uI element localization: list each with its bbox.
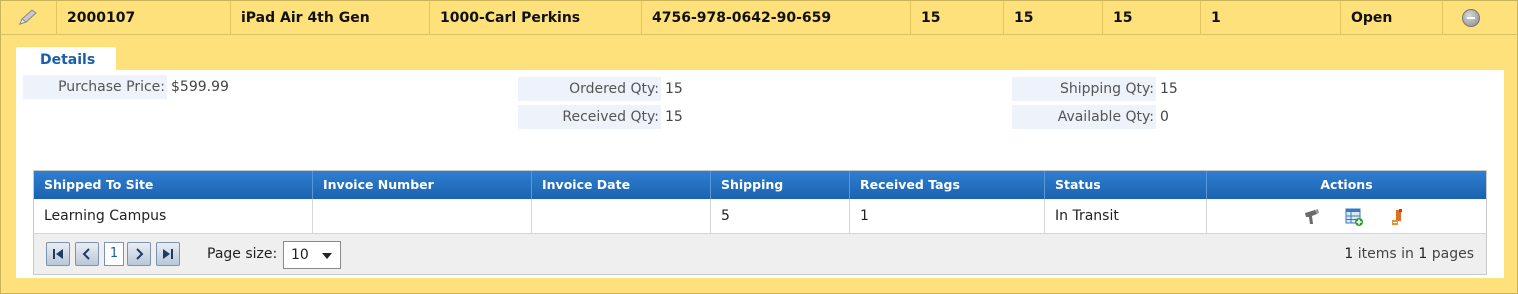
cell-invoice-number [312, 199, 531, 233]
pencil-icon[interactable] [17, 9, 39, 27]
remove-cell[interactable] [1442, 1, 1518, 35]
page-size-select[interactable]: 10 [283, 241, 341, 269]
pager: 1 Page size: 10 1 items in 1 pages [34, 233, 1486, 274]
available-qty-label: Available Qty: [1012, 105, 1156, 129]
received-qty-label: Received Qty: [518, 105, 661, 129]
cell-site: Learning Campus [44, 208, 167, 224]
page-number-button[interactable]: 1 [104, 242, 124, 266]
last-page-icon [163, 249, 173, 259]
add-to-table-icon[interactable] [1345, 208, 1363, 226]
qty-value-3: 15 [1102, 1, 1199, 35]
chevron-down-icon [322, 253, 332, 259]
column-header-actions: Actions [1206, 171, 1486, 199]
shipping-qty-label: Shipping Qty: [1012, 77, 1156, 101]
items-text: items in [1357, 246, 1414, 262]
detail-panel: Details Purchase Price: $599.99 Ordered … [0, 35, 1518, 294]
details-content: Purchase Price: $599.99 Ordered Qty: 15 … [16, 70, 1504, 278]
items-count: 1 [1344, 246, 1354, 262]
tab-details[interactable]: Details [16, 47, 116, 71]
qty-value-1: 15 [910, 1, 1002, 35]
qty-value-4: 1 [1200, 1, 1339, 35]
next-page-button[interactable] [127, 242, 151, 266]
shipments-grid: Shipped To Site Invoice Number Invoice D… [33, 170, 1487, 275]
column-header-invoice-number[interactable]: Invoice Number [312, 171, 531, 199]
page-size-value: 10 [291, 247, 309, 263]
edit-cell[interactable] [1, 1, 55, 35]
column-header-received-tags[interactable]: Received Tags [849, 171, 1044, 199]
pages-text: pages [1431, 246, 1474, 262]
order-row[interactable]: 2000107 iPad Air 4th Gen 1000-Carl Perki… [0, 0, 1518, 35]
column-header-status[interactable]: Status [1044, 171, 1206, 199]
purchase-price-value: $599.99 [171, 79, 229, 95]
chevron-right-icon [136, 248, 144, 260]
last-page-button[interactable] [156, 242, 180, 266]
column-header-invoice-date[interactable]: Invoice Date [531, 171, 710, 199]
received-qty-value: 15 [665, 109, 683, 125]
cell-shipping: 5 [710, 199, 849, 233]
available-qty-value: 0 [1160, 109, 1169, 125]
column-header-site[interactable]: Shipped To Site [34, 171, 312, 199]
grid-header: Shipped To Site Invoice Number Invoice D… [34, 171, 1486, 199]
cell-status: In Transit [1044, 199, 1206, 233]
shipping-qty-value: 15 [1160, 81, 1178, 97]
purchase-price-label: Purchase Price: [23, 75, 167, 99]
pager-summary: 1 items in 1 pages [1344, 242, 1474, 266]
isbn-value: 4756-978-0642-90-659 [641, 1, 909, 35]
ordered-qty-label: Ordered Qty: [518, 77, 661, 101]
prev-page-button[interactable] [75, 242, 99, 266]
first-page-icon [53, 249, 63, 259]
cell-received-tags: 1 [849, 199, 1044, 233]
order-status: Open [1340, 1, 1441, 35]
product-name: iPad Air 4th Gen [230, 1, 428, 35]
column-header-shipping[interactable]: Shipping [710, 171, 849, 199]
requester-name: 1000-Carl Perkins [429, 1, 640, 35]
scanner-icon[interactable] [1303, 208, 1321, 226]
cell-invoice-date [531, 199, 710, 233]
qty-value-2: 15 [1003, 1, 1101, 35]
page-size-label: Page size: [207, 246, 278, 262]
order-id: 2000107 [56, 1, 229, 35]
first-page-button[interactable] [46, 242, 70, 266]
detail-inner: Details Purchase Price: $599.99 Ordered … [16, 35, 1504, 278]
remove-icon[interactable] [1462, 9, 1480, 27]
ordered-qty-value: 15 [665, 81, 683, 97]
export-icon[interactable] [1389, 208, 1407, 226]
cell-actions [1206, 199, 1486, 233]
pages-count: 1 [1418, 246, 1428, 262]
table-row[interactable]: Learning Campus 5 1 In Transit [34, 199, 1486, 233]
chevron-left-icon [82, 248, 90, 260]
